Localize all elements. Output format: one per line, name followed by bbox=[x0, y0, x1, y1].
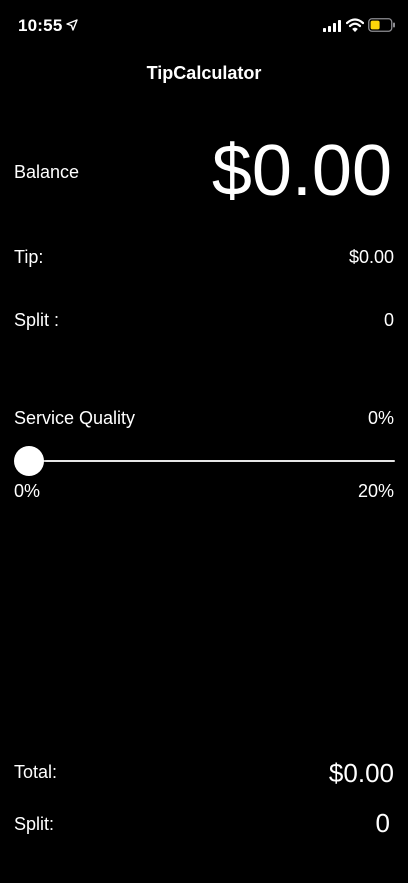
service-quality-label: Service Quality bbox=[14, 408, 136, 428]
battery-icon bbox=[368, 18, 395, 32]
service-quality-value: 0% bbox=[367, 408, 394, 428]
cellular-signal-icon bbox=[323, 20, 341, 32]
wifi-icon bbox=[346, 18, 364, 32]
split-bottom-value: 0 bbox=[375, 808, 390, 838]
split-value: 0 bbox=[383, 310, 394, 330]
total-value: $0.00 bbox=[328, 758, 394, 788]
slider-track[interactable] bbox=[28, 460, 395, 462]
nav-title: TipCalculator bbox=[146, 63, 262, 83]
split-label: Split : bbox=[14, 310, 60, 330]
tip-value: $0.00 bbox=[348, 247, 394, 267]
tip-calculator-screen: 10:55 TipCalculator Balance $0.00 Tip: $… bbox=[0, 0, 408, 883]
total-label: Total: bbox=[14, 762, 58, 782]
slider-max-label: 20% bbox=[357, 481, 394, 501]
split-bottom-label: Split: bbox=[14, 814, 55, 834]
service-quality-slider[interactable] bbox=[14, 446, 395, 476]
slider-thumb[interactable] bbox=[14, 446, 44, 476]
balance-label: Balance bbox=[14, 162, 80, 182]
location-arrow-icon bbox=[66, 19, 78, 31]
status-time: 10:55 bbox=[18, 16, 63, 35]
tip-label: Tip: bbox=[14, 247, 44, 267]
balance-value[interactable]: $0.00 bbox=[212, 130, 392, 212]
slider-min-label: 0% bbox=[14, 481, 41, 501]
